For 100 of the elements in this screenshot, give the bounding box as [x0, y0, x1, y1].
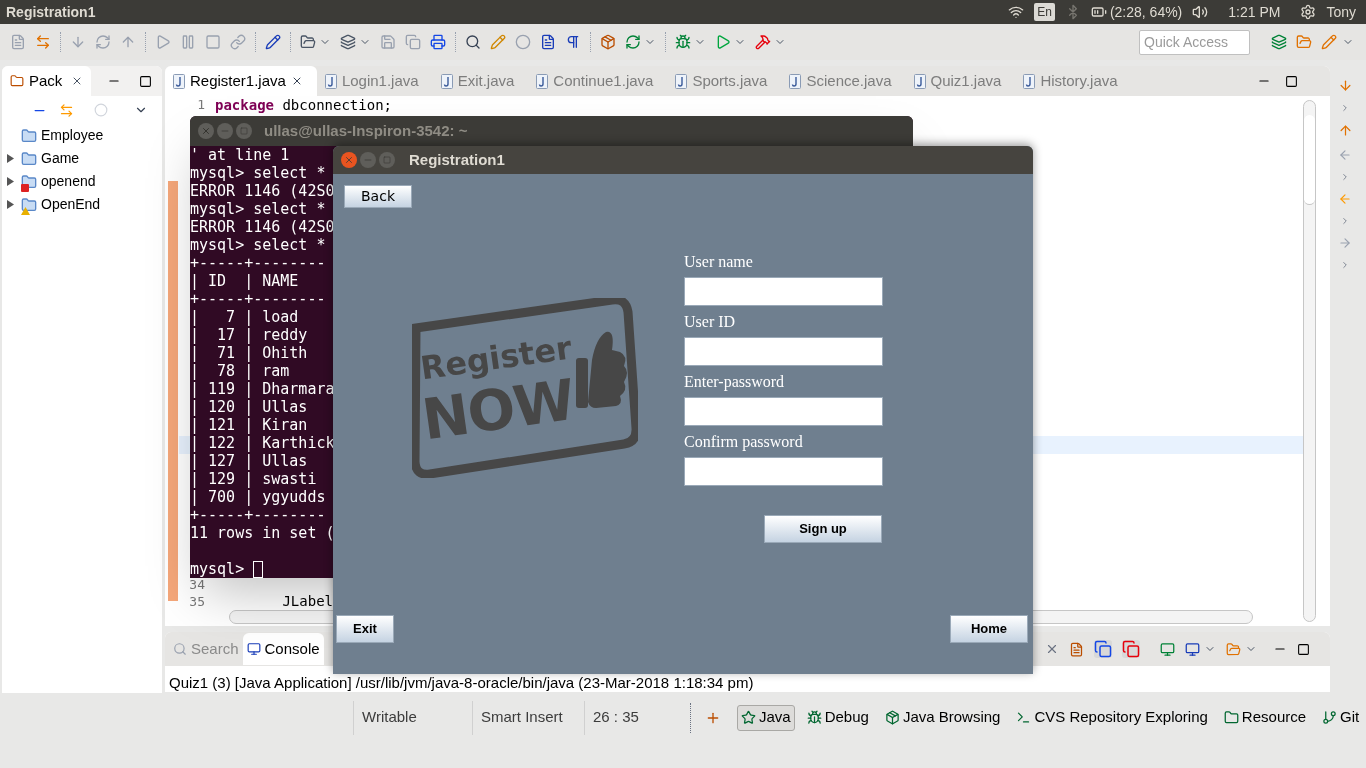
console-icon[interactable] [246, 642, 261, 656]
status-text: Writable [362, 707, 417, 728]
maximize-button[interactable] [379, 152, 395, 168]
back-icon[interactable] [1338, 192, 1352, 206]
monitor-icon[interactable] [1185, 641, 1200, 657]
link-icon[interactable] [230, 34, 246, 50]
maximize-button[interactable] [236, 123, 252, 139]
view-tab[interactable]: Console [242, 633, 324, 665]
pencil-icon[interactable] [265, 34, 281, 50]
swap-arrows-icon[interactable] [35, 34, 51, 50]
refresh-icon[interactable] [95, 34, 111, 50]
folder-icon[interactable] [1296, 34, 1312, 50]
remove-icon[interactable] [1045, 642, 1059, 656]
wifi-icon[interactable] [1008, 4, 1025, 20]
window-title: Registration1 [6, 2, 96, 22]
terminal-title: ullas@ullas-Inspiron-3542: ~ [264, 120, 468, 141]
text-input[interactable] [684, 337, 883, 366]
search-icon[interactable] [465, 34, 481, 50]
print-icon[interactable] [430, 34, 446, 50]
home-button[interactable]: Home [950, 615, 1028, 643]
expand-arrow-icon[interactable] [7, 177, 14, 186]
save-icon[interactable] [380, 34, 396, 50]
terminal-icon [1016, 710, 1032, 725]
volume-icon[interactable] [1192, 4, 1209, 20]
resume-icon[interactable] [155, 34, 171, 50]
document-icon[interactable] [10, 34, 26, 50]
field-label: User ID [684, 312, 737, 332]
maximize-icon[interactable] [1285, 74, 1298, 88]
cube-icon [884, 710, 900, 725]
tree-item[interactable]: Game [2, 147, 162, 170]
step-down-icon[interactable] [70, 34, 86, 50]
editor-tab[interactable]: Register1.java [165, 66, 317, 96]
expand-icon[interactable] [1340, 216, 1350, 226]
perspective-button[interactable]: Resource [1219, 704, 1311, 731]
expand-arrow-icon[interactable] [7, 200, 14, 209]
tree-item[interactable]: OpenEnd [2, 193, 162, 216]
perspective-button[interactable]: Java Browsing [880, 704, 1005, 731]
bug-icon [806, 710, 822, 725]
close-icon [344, 155, 354, 165]
perspective-button[interactable]: Debug [802, 704, 873, 731]
stop-icon[interactable] [205, 34, 221, 50]
terminal-line: | ID | NAME [190, 272, 299, 290]
open-console-icon[interactable] [1160, 641, 1175, 657]
exit-button[interactable]: Exit [336, 615, 394, 643]
terminal-line: mysql> select * [190, 236, 326, 254]
terminal-line: | 78 | ram [190, 362, 290, 380]
battery-status: (2:28, 64%) [1109, 2, 1183, 22]
battery-icon[interactable] [1090, 4, 1107, 20]
text-input[interactable] [684, 457, 883, 486]
code-line: package dbconnection; [215, 95, 393, 115]
user-name[interactable]: Tony [1326, 1, 1356, 23]
quick-access-field[interactable]: Quick Access [1139, 29, 1250, 55]
field-label: Confirm password [684, 432, 804, 452]
vertical-scrollbar[interactable] [1303, 100, 1316, 622]
terminal-line: ERROR 1146 (42S0 [190, 182, 335, 200]
perspective-button[interactable]: CVS Repository Exploring [1012, 704, 1212, 731]
expand-arrow-icon[interactable] [7, 154, 14, 163]
java-file-icon [536, 73, 549, 89]
terminal-line: mysql> select * [190, 164, 326, 182]
expand-icon[interactable] [1340, 172, 1350, 182]
reload-icon[interactable] [625, 34, 641, 50]
perspective-button[interactable]: Git [1318, 704, 1364, 731]
expand-icon[interactable] [1340, 103, 1350, 113]
back-icon[interactable] [1338, 148, 1352, 162]
save-all-icon[interactable] [405, 34, 421, 50]
line-number: 35 [188, 592, 205, 611]
maximize-icon[interactable] [1297, 642, 1310, 656]
step-up-icon[interactable] [120, 34, 136, 50]
folder-icon [1223, 710, 1239, 725]
text-cursor [253, 560, 264, 578]
minimize-button[interactable] [217, 123, 233, 139]
status-text: Smart Insert [481, 707, 563, 728]
text-input[interactable] [684, 397, 883, 426]
perspective-button[interactable]: Java [737, 704, 795, 731]
settings-icon[interactable] [1300, 4, 1317, 20]
forward-icon[interactable] [1338, 236, 1352, 250]
java-file-icon [324, 73, 337, 89]
maximize-icon [383, 156, 391, 164]
terminal-line: +-----+-------- [190, 506, 326, 524]
close-button[interactable] [198, 123, 214, 139]
terminal-line: +-----+-------- [190, 290, 326, 308]
panel-tab[interactable]: Pack [2, 66, 92, 96]
text-input[interactable] [684, 277, 883, 306]
field-label: User name [684, 252, 754, 272]
expand-icon[interactable] [1340, 260, 1350, 270]
keyboard-indicator[interactable]: En [1034, 3, 1055, 21]
close-button[interactable] [341, 152, 357, 168]
debug-icon[interactable] [675, 34, 691, 50]
sign-up-button[interactable]: Sign up [764, 515, 882, 543]
show-whitespace-icon[interactable] [565, 34, 581, 50]
field-label: Enter-password [684, 372, 786, 392]
new-folder-icon[interactable] [300, 34, 316, 50]
back-button[interactable]: Back [344, 185, 412, 208]
minimize-button[interactable] [360, 152, 376, 168]
clock[interactable]: 1:21 PM [1228, 1, 1281, 23]
maximize-icon[interactable] [139, 74, 153, 88]
tree-item[interactable]: openend [2, 170, 162, 193]
pause-icon[interactable] [180, 34, 196, 50]
run-icon[interactable] [715, 34, 731, 50]
tree-item[interactable]: Employee [2, 124, 162, 147]
